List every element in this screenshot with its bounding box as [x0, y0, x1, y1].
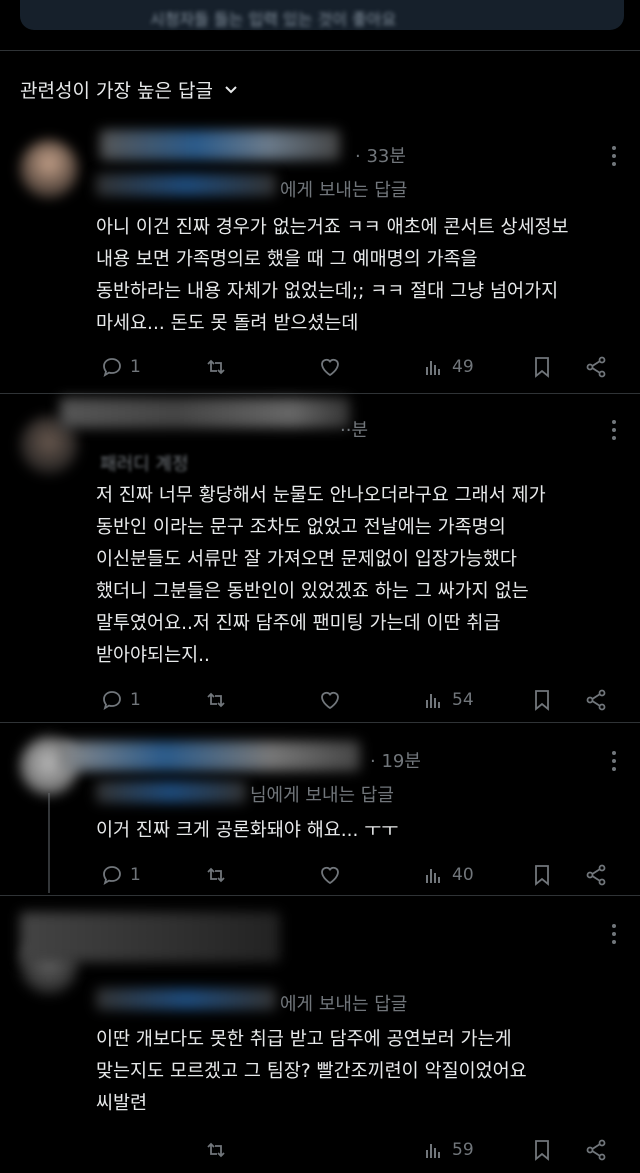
- views-button[interactable]: 40: [422, 863, 474, 887]
- reply-text: 아니 이건 진짜 경우가 없는거죠 ㅋㅋ 애초에 콘서트 상세정보 내용 보면 …: [96, 217, 569, 334]
- blurred-username: [20, 912, 280, 962]
- blurred-replying-handle: [96, 988, 276, 1010]
- reply-icon: [103, 691, 121, 710]
- share-button[interactable]: [584, 355, 608, 379]
- bookmark-button[interactable]: [530, 1138, 554, 1162]
- views-icon: [426, 694, 440, 708]
- share-icon: [586, 356, 606, 378]
- reply-time: · 19분: [370, 751, 421, 772]
- parody-label: 패러디 계정: [100, 454, 189, 475]
- reply-count: 1: [130, 357, 141, 377]
- blurred-replying-handle: [96, 174, 276, 196]
- share-button[interactable]: [584, 688, 608, 712]
- share-button[interactable]: [584, 1138, 608, 1162]
- like-icon: [321, 866, 339, 885]
- views-icon: [426, 361, 440, 375]
- reply-item[interactable]: · 19분 님에게 보내는 답글 이거 진짜 크게 공론화돼야 해요... ㅜㅜ…: [0, 723, 640, 895]
- more-icon[interactable]: [612, 751, 618, 771]
- bookmark-icon: [535, 690, 549, 711]
- reply-text: 이거 진짜 크게 공론화돼야 해요... ㅜㅜ: [96, 820, 399, 841]
- like-button[interactable]: [318, 863, 342, 887]
- reply-button[interactable]: 1: [100, 355, 141, 379]
- reply-text: 저 진짜 너무 황당해서 눈물도 안나오더라구요 그래서 제가 동반인 이라는 …: [96, 485, 546, 666]
- share-button[interactable]: [584, 863, 608, 887]
- like-button[interactable]: [318, 688, 342, 712]
- avatar[interactable]: [20, 140, 78, 198]
- bookmark-icon: [535, 357, 549, 378]
- share-icon: [586, 1139, 606, 1161]
- thread-line: [48, 793, 50, 893]
- bookmark-button[interactable]: [530, 355, 554, 379]
- view-count: 49: [452, 357, 474, 377]
- share-icon: [586, 689, 606, 711]
- reply-item[interactable]: ··분 패러디 계정 저 진짜 너무 황당해서 눈물도 안나오더라구요 그래서 …: [0, 394, 640, 724]
- reply-count: 1: [130, 865, 141, 885]
- like-icon: [321, 358, 339, 377]
- sort-label: 관련성이 가장 높은 답글: [20, 80, 213, 102]
- reply-text: 이딴 개보다도 못한 취급 받고 담주에 공연보러 가는게 맞는지도 모르겠고 …: [96, 1029, 527, 1114]
- bookmark-icon: [535, 1140, 549, 1161]
- reply-time: ··분: [340, 420, 369, 441]
- retweet-button[interactable]: [204, 355, 228, 379]
- share-icon: [586, 864, 606, 886]
- bookmark-icon: [535, 865, 549, 886]
- retweet-button[interactable]: [204, 688, 228, 712]
- reply-item[interactable]: · 33분 에게 보내는 답글 아니 이건 진짜 경우가 없는거죠 ㅋㅋ 애초에…: [0, 120, 640, 395]
- like-button[interactable]: [318, 355, 342, 379]
- sort-dropdown[interactable]: 관련성이 가장 높은 답글: [20, 76, 239, 103]
- action-bar: 59: [96, 1138, 616, 1168]
- more-icon[interactable]: [612, 146, 618, 166]
- reply-icon: [103, 358, 121, 377]
- like-icon: [321, 691, 339, 710]
- action-bar: 1 49: [96, 355, 616, 385]
- blurred-replying-handle: [96, 781, 246, 803]
- retweet-button[interactable]: [204, 863, 228, 887]
- views-button[interactable]: 49: [422, 355, 474, 379]
- action-bar: 1 40: [96, 863, 616, 893]
- previous-tweet-card[interactable]: 시청자들 들는 입력 있는 것이 좋아요: [20, 0, 624, 30]
- blurred-username: [60, 741, 360, 771]
- blurred-username: [100, 130, 340, 160]
- replying-to: 에게 보내는 답글: [280, 180, 408, 201]
- retweet-button[interactable]: [204, 1138, 228, 1162]
- retweet-icon: [207, 359, 225, 375]
- reply-icon: [103, 866, 121, 885]
- replying-to: 에게 보내는 답글: [280, 994, 408, 1015]
- more-icon[interactable]: [612, 924, 618, 944]
- reply-count: 1: [130, 690, 141, 710]
- views-icon: [426, 869, 440, 883]
- divider: [0, 50, 640, 51]
- more-icon[interactable]: [612, 420, 618, 440]
- bookmark-button[interactable]: [530, 688, 554, 712]
- action-bar: 1 54: [96, 688, 616, 718]
- views-icon: [426, 1144, 440, 1158]
- reply-time: · 33분: [355, 146, 406, 167]
- views-button[interactable]: 54: [422, 688, 474, 712]
- bookmark-button[interactable]: [530, 863, 554, 887]
- retweet-icon: [207, 692, 225, 708]
- blurred-username: [60, 398, 350, 428]
- view-count: 40: [452, 865, 474, 885]
- replying-to: 님에게 보내는 답글: [250, 785, 394, 806]
- reply-button[interactable]: 1: [100, 688, 141, 712]
- chevron-down-icon: [225, 85, 237, 93]
- previous-tweet-text: 시청자들 들는 입력 있는 것이 좋아요: [150, 10, 397, 29]
- view-count: 54: [452, 690, 474, 710]
- view-count: 59: [452, 1140, 474, 1160]
- retweet-icon: [207, 1142, 225, 1158]
- reply-item[interactable]: 에게 보내는 답글 이딴 개보다도 못한 취급 받고 담주에 공연보러 가는게 …: [0, 896, 640, 1173]
- retweet-icon: [207, 867, 225, 883]
- views-button[interactable]: 59: [422, 1138, 474, 1162]
- reply-button[interactable]: 1: [100, 863, 141, 887]
